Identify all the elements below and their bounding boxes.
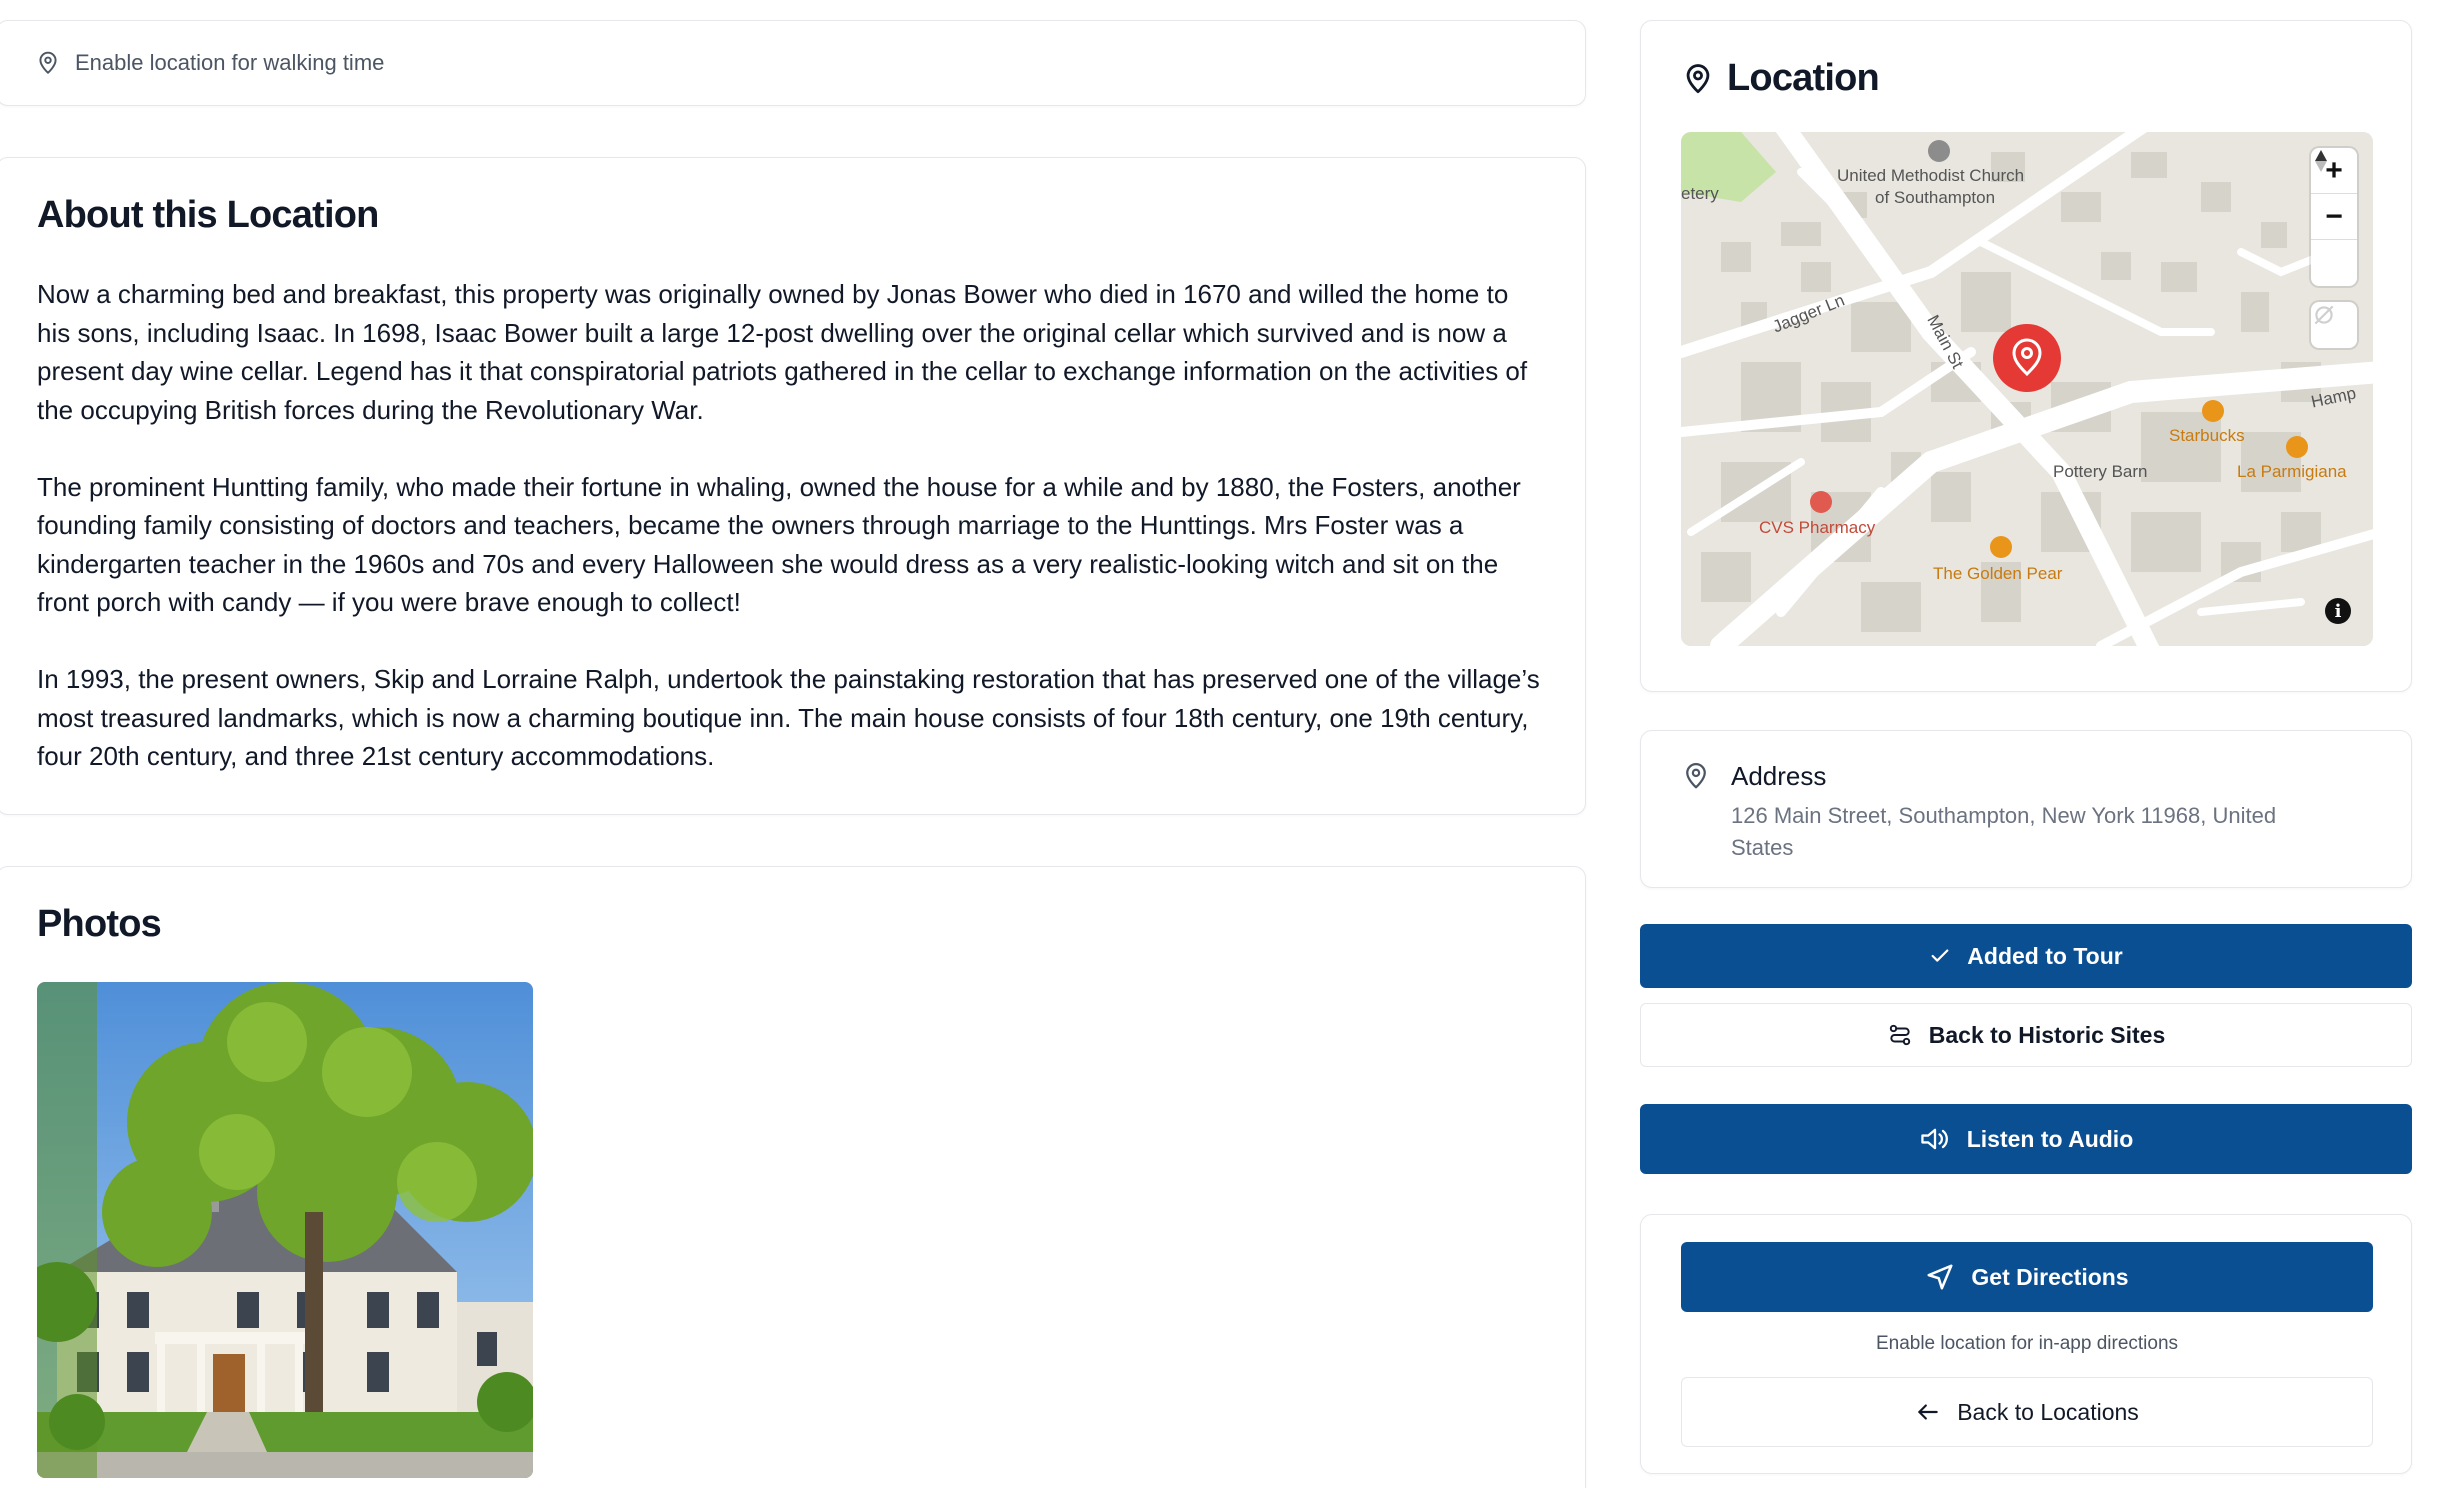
- added-to-tour-label: Added to Tour: [1967, 942, 2123, 969]
- map-label-church-2: of Southampton: [1875, 188, 1996, 207]
- back-to-locations-button[interactable]: Back to Locations: [1681, 1377, 2373, 1447]
- arrow-left-icon: [1915, 1399, 1941, 1425]
- photos-title: Photos: [37, 903, 162, 945]
- about-section: About this Location Now a charming bed a…: [0, 157, 1586, 815]
- map-label-church-1: United Methodist Church: [1837, 166, 2025, 185]
- listen-to-audio-button[interactable]: Listen to Audio: [1640, 1104, 2412, 1174]
- map-label-golden-pear: The Golden Pear: [1933, 564, 2063, 583]
- map-pin-icon: [1681, 62, 1715, 96]
- map-card: Location etery United Methodist Church o…: [1640, 20, 2412, 692]
- navigation-arrow-icon: [1925, 1262, 1955, 1292]
- check-icon: [1929, 945, 1951, 967]
- directions-hint: Enable location for in-app directions: [1875, 1333, 2179, 1354]
- map-zoom-controls: + −: [2311, 148, 2357, 286]
- listen-to-audio-label: Listen to Audio: [1966, 1125, 2134, 1152]
- about-paragraph-3: In 1993, the present owners, Skip and Lo…: [37, 664, 1540, 771]
- location-photo[interactable]: [37, 982, 533, 1478]
- directions-card: Get Directions Enable location for in-ap…: [1640, 1214, 2412, 1474]
- map-label-la-parmigiana: La Parmigiana: [2237, 462, 2347, 481]
- map-title: Location: [1727, 57, 1880, 99]
- about-paragraph-2: The prominent Huntting family, who made …: [37, 471, 1521, 618]
- geolocate-button[interactable]: [2311, 302, 2357, 348]
- map-pin-icon: [35, 50, 61, 76]
- speaker-icon: [1919, 1125, 1951, 1153]
- address-value: 126 Main Street, Southampton, New York 1…: [1731, 803, 2277, 860]
- map-pin-icon: [1681, 761, 1711, 791]
- get-directions-button[interactable]: Get Directions: [1681, 1242, 2373, 1312]
- map-info-button[interactable]: i: [2325, 598, 2351, 624]
- get-directions-label: Get Directions: [1971, 1263, 2129, 1290]
- about-paragraph-1: Now a charming bed and breakfast, this p…: [37, 279, 1528, 425]
- geolocate-disabled-icon: [2314, 305, 2334, 325]
- address-title: Address: [1731, 761, 1827, 791]
- location-map[interactable]: etery United Methodist Church of Southam…: [1681, 132, 2373, 646]
- added-to-tour-button[interactable]: Added to Tour: [1640, 924, 2412, 988]
- map-label-cemetery: etery: [1681, 184, 1719, 203]
- compass-icon: [2315, 150, 2327, 172]
- route-icon: [1887, 1022, 1913, 1048]
- back-to-historic-sites-label: Back to Historic Sites: [1928, 1021, 2166, 1048]
- photos-section: Photos: [0, 866, 1586, 1488]
- back-to-locations-label: Back to Locations: [1957, 1398, 2139, 1425]
- about-title: About this Location: [37, 194, 379, 236]
- walking-time-text: Enable location for walking time: [75, 50, 385, 75]
- map-label-pottery-barn: Pottery Barn: [2053, 462, 2148, 481]
- compass-button[interactable]: [2311, 150, 2357, 286]
- address-card: Address 126 Main Street, Southampton, Ne…: [1640, 730, 2412, 888]
- map-label-starbucks: Starbucks: [2169, 426, 2245, 445]
- zoom-out-button[interactable]: −: [2311, 194, 2357, 240]
- map-label-cvs: CVS Pharmacy: [1759, 518, 1876, 537]
- back-to-historic-sites-button[interactable]: Back to Historic Sites: [1640, 1003, 2412, 1067]
- walking-time-banner[interactable]: Enable location for walking time: [0, 20, 1586, 106]
